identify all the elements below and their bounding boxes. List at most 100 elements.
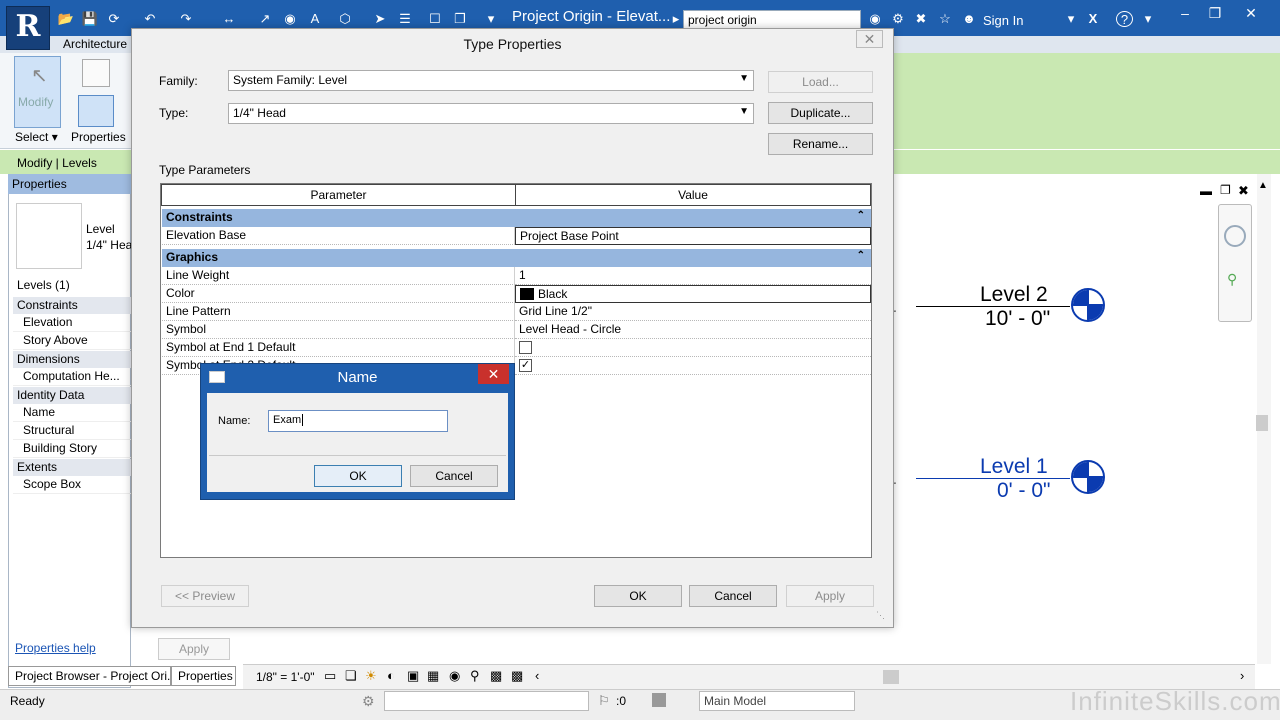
duplicate-button[interactable]: Duplicate... — [768, 102, 873, 124]
prop-row-structural[interactable]: Structural — [13, 422, 131, 440]
search-input[interactable]: project origin — [683, 10, 861, 30]
binoculars-icon[interactable]: ◉ — [866, 11, 884, 27]
design-option-select[interactable]: Main Model — [699, 691, 855, 711]
name-dialog-close-button[interactable]: ✕ — [478, 364, 509, 384]
design-options-icon[interactable] — [652, 693, 666, 707]
3d-view-icon[interactable]: ⬡ — [336, 11, 354, 27]
scroll-right-icon[interactable]: › — [1240, 668, 1244, 683]
level-1-head-icon[interactable] — [1071, 460, 1105, 494]
crop-view-icon[interactable]: ▣ — [407, 668, 419, 684]
resize-grip-icon[interactable]: ⋱ — [876, 610, 885, 621]
prop-row-elevation[interactable]: Elevation — [13, 314, 131, 332]
steering-wheel-icon[interactable] — [1224, 225, 1246, 247]
rename-button[interactable]: Rename... — [768, 133, 873, 155]
measure-icon[interactable]: ↔ — [220, 11, 238, 27]
zoom-icon[interactable]: ⚲ — [1227, 271, 1237, 288]
shadows-icon[interactable]: ◐ — [387, 668, 395, 683]
dialog-close-button[interactable]: ✕ — [856, 30, 883, 48]
properties-apply-button[interactable]: Apply — [158, 638, 230, 660]
column-header-parameter[interactable]: Parameter — [161, 184, 516, 206]
save-icon[interactable]: 💾 — [81, 11, 99, 27]
prop-row-story-above[interactable]: Story Above — [13, 332, 131, 350]
favorites-icon[interactable]: ☆ — [936, 11, 954, 27]
param-value-symbol-end-2[interactable]: ✓ — [515, 357, 871, 375]
prop-section-identity-data[interactable]: Identity Data — [13, 387, 131, 404]
reveal-hidden-icon[interactable]: ⚲ — [470, 668, 480, 684]
qat-dropdown-icon[interactable]: ▾ — [482, 11, 500, 27]
section-icon[interactable]: ➤ — [371, 11, 389, 27]
restore-button[interactable]: ❐ — [1200, 4, 1230, 22]
level-2-head-icon[interactable] — [1071, 288, 1105, 322]
properties-help-link[interactable]: Properties help — [15, 641, 96, 655]
param-value-symbol-end-1[interactable] — [515, 339, 871, 357]
name-ok-button[interactable]: OK — [314, 465, 402, 487]
help-icon[interactable]: ? — [1116, 11, 1133, 27]
editable-only-icon[interactable]: ⚐ — [598, 693, 610, 709]
undo-icon[interactable]: ↶ — [141, 11, 159, 27]
scroll-thumb[interactable] — [883, 670, 899, 684]
view-close-icon[interactable]: ✖ — [1238, 183, 1249, 199]
sign-in-dropdown-icon[interactable]: ▾ — [1062, 11, 1080, 27]
view-restore-icon[interactable]: ❐ — [1220, 183, 1231, 197]
switch-windows-icon[interactable]: ❐ — [451, 11, 469, 27]
workset-select[interactable] — [384, 691, 589, 711]
thin-lines-icon[interactable]: ☰ — [396, 11, 414, 27]
tag-icon[interactable]: ◉ — [281, 11, 299, 27]
worksets-icon[interactable]: ⚙ — [362, 693, 375, 710]
name-cancel-button[interactable]: Cancel — [410, 465, 498, 487]
ok-button[interactable]: OK — [594, 585, 682, 607]
prop-row-name[interactable]: Name — [13, 404, 131, 422]
checkbox-symbol-end-2[interactable]: ✓ — [519, 359, 532, 372]
level-1-elevation[interactable]: 0' - 0" — [997, 479, 1050, 503]
worksharing-icon[interactable]: ▩ — [490, 668, 502, 684]
help-dropdown-icon[interactable]: ▾ — [1139, 11, 1157, 27]
param-value-line-weight[interactable]: 1 — [515, 267, 871, 285]
vertical-scroll-thumb[interactable] — [1256, 415, 1268, 431]
context-tab-label[interactable]: Modify | Levels — [17, 156, 97, 170]
detail-level-icon[interactable]: ▭ — [324, 668, 336, 684]
close-button[interactable]: ✕ — [1236, 4, 1266, 22]
level-2-elevation[interactable]: 10' - 0" — [985, 307, 1050, 331]
param-value-symbol[interactable]: Level Head - Circle — [515, 321, 871, 339]
scroll-left-icon[interactable]: ‹ — [535, 668, 539, 683]
param-value-line-pattern[interactable]: Grid Line 1/2" — [515, 303, 871, 321]
checkbox-symbol-end-1[interactable] — [519, 341, 532, 354]
select-dropdown[interactable]: Select ▾ — [15, 130, 58, 144]
communication-icon[interactable]: ✖ — [912, 11, 930, 27]
prop-row-computation-height[interactable]: Computation He... — [13, 368, 131, 386]
param-value-color[interactable]: Black — [515, 285, 871, 303]
collapse-icon[interactable]: ⌃ — [857, 250, 865, 261]
subscription-icon[interactable]: ⚙ — [889, 11, 907, 27]
prop-row-building-story[interactable]: Building Story — [13, 440, 131, 458]
visual-style-icon[interactable]: ❏ — [345, 668, 357, 684]
param-value-elevation-base[interactable]: Project Base Point — [515, 227, 871, 245]
open-icon[interactable]: 📂 — [57, 11, 75, 27]
collapse-icon[interactable]: ⌃ — [857, 210, 865, 221]
user-icon[interactable]: ☻ — [960, 11, 978, 27]
sign-in-button[interactable]: Sign In — [983, 13, 1023, 28]
modify-button[interactable]: ↖ — [14, 56, 61, 128]
load-button[interactable]: Load... — [768, 71, 873, 93]
dimension-icon[interactable]: ↗ — [256, 11, 274, 27]
type-dropdown[interactable]: 1/4" Head ▼ — [228, 103, 754, 124]
minimize-button[interactable]: – — [1170, 4, 1200, 22]
redo-icon[interactable]: ↷ — [177, 11, 195, 27]
instance-filter[interactable]: Levels (1) — [17, 278, 70, 292]
view-scale[interactable]: 1/8" = 1'-0" — [256, 670, 315, 684]
name-input[interactable]: Exam — [268, 410, 448, 432]
view-minimize-icon[interactable]: ▬ — [1200, 184, 1212, 198]
temporary-hide-icon[interactable]: ◉ — [449, 668, 460, 684]
tab-properties[interactable]: Properties — [171, 666, 236, 686]
cancel-button[interactable]: Cancel — [689, 585, 777, 607]
preview-button[interactable]: << Preview — [161, 585, 249, 607]
analytical-model-icon[interactable]: ▩ — [511, 668, 523, 684]
prop-row-scope-box[interactable]: Scope Box — [13, 476, 131, 494]
drawing-canvas[interactable] — [893, 174, 1273, 664]
show-crop-icon[interactable]: ▦ — [427, 668, 439, 684]
family-dropdown[interactable]: System Family: Level ▼ — [228, 70, 754, 91]
group-graphics[interactable]: Graphics ⌃ — [162, 249, 871, 267]
sun-path-icon[interactable]: ☀ — [365, 668, 377, 684]
column-header-value[interactable]: Value — [515, 184, 871, 206]
type-selector-family[interactable]: Level — [86, 222, 115, 236]
prop-section-constraints[interactable]: Constraints — [13, 297, 131, 314]
